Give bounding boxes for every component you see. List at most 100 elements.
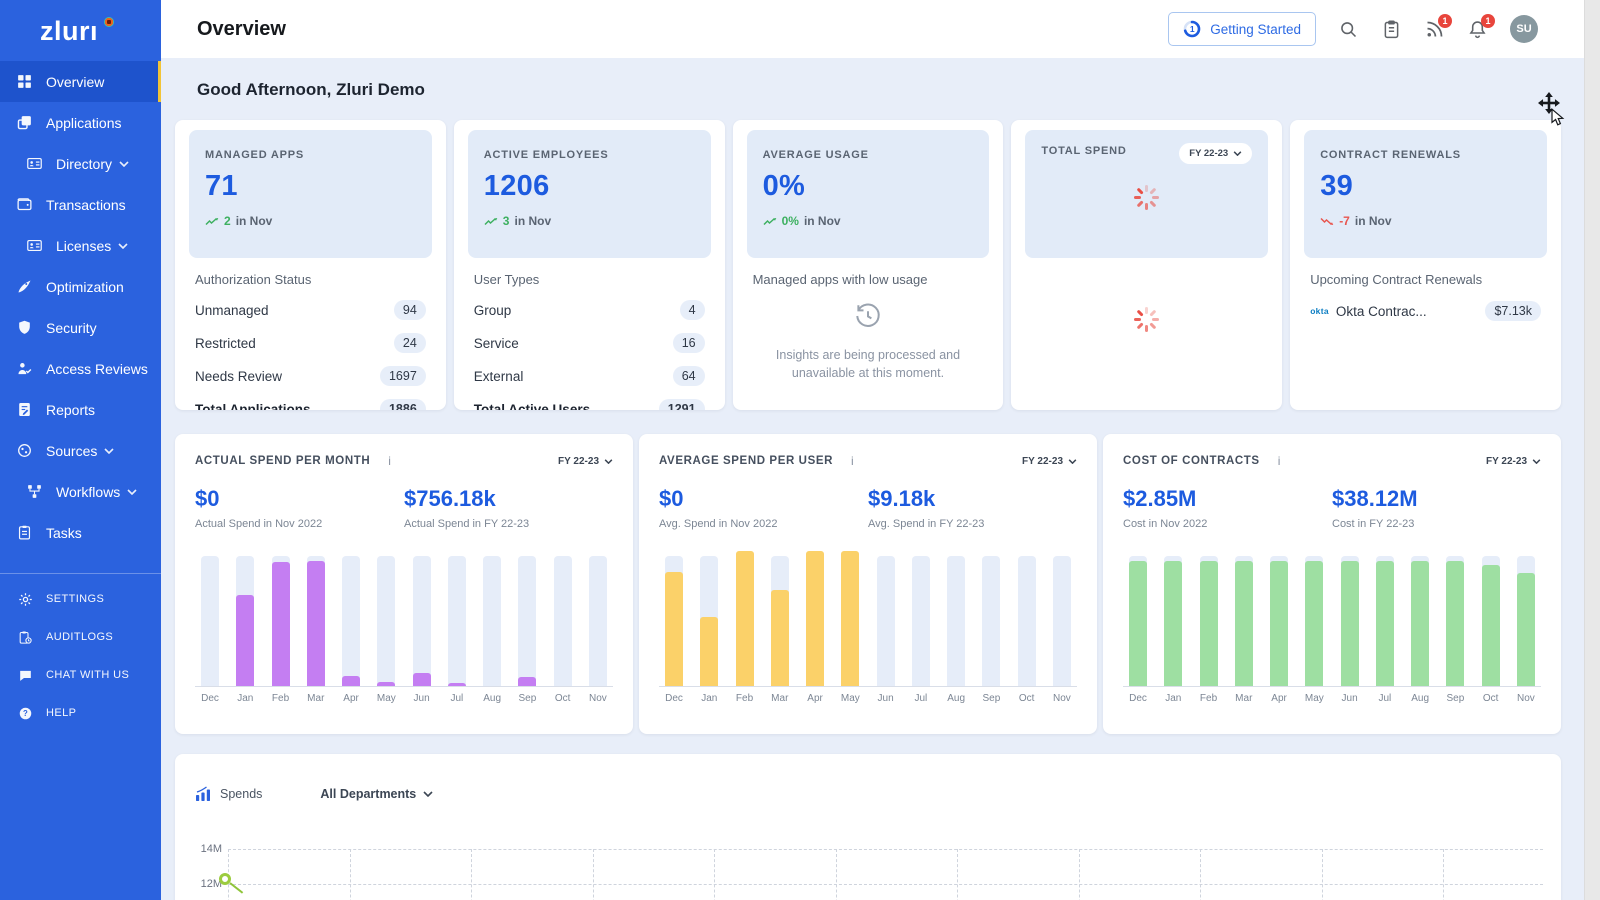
stat-title: TOTAL SPEND [1041,145,1126,157]
sidebar-item-label: Directory [56,156,112,172]
sidebar-item-settings[interactable]: SETTINGS [0,580,161,618]
sidebar-footer-label: HELP [46,707,76,719]
sidebar-footer: SETTINGSAUDITLOGSCHAT WITH US? HELP [0,580,161,732]
fy-dropdown[interactable]: FY 22-23 [1486,456,1541,467]
sidebar-item-overview[interactable]: Overview [0,61,161,102]
content: Good Afternoon, Zluri Demo MANAGED APPS7… [161,58,1600,900]
getting-started-button[interactable]: 1 Getting Started [1168,12,1316,46]
bar [1235,561,1253,686]
bar-track [589,556,607,686]
workflows-icon [26,483,43,500]
month-label: Apr [802,693,828,704]
sidebar-item-reports[interactable]: Reports [0,389,161,430]
help-icon: ? [18,706,33,721]
sidebar-item-security[interactable]: Security [0,307,161,348]
sidebar-item-auditlogs[interactable]: AUDITLOGS [0,618,161,656]
vertical-gridline [1079,849,1080,900]
bar-track [448,556,466,686]
bar-track [483,556,501,686]
chart-stats: $0Avg. Spend in Nov 2022$9.18kAvg. Spend… [659,486,1077,530]
sidebar-item-help[interactable]: ? HELP [0,694,161,732]
vertical-gridline [593,849,594,900]
loading-spinner-icon [1134,306,1160,332]
info-icon[interactable]: i [388,454,391,468]
scrollbar-track[interactable] [1584,0,1600,900]
bar [1305,561,1323,686]
stat-title: AVERAGE USAGE [763,149,869,161]
department-filter-dropdown[interactable]: All Departments [320,787,433,801]
stat-panel: MANAGED APPS712in Nov [189,130,432,258]
fy-dropdown[interactable]: FY 22-23 [1179,143,1252,164]
month-label: Jul [1372,693,1398,704]
bar-track [201,556,219,686]
sidebar-item-chat-with-us[interactable]: CHAT WITH US [0,656,161,694]
vertical-gridline [714,849,715,900]
month-label: Sep [978,693,1004,704]
avatar[interactable]: SU [1510,15,1538,43]
bar-slot-sep [978,542,1004,686]
bar-slot-oct [550,542,576,686]
bar-track [377,556,395,686]
stat-delta-suffix: in Nov [1355,214,1392,228]
sidebar-item-transactions[interactable]: Transactions [0,184,161,225]
clipboard-icon[interactable] [1381,19,1402,40]
sidebar-item-licenses[interactable]: Licenses [0,225,161,266]
bar-track [982,556,1000,686]
stat-delta-value: -7 [1339,214,1350,228]
month-label: Apr [338,693,364,704]
month-label: Dec [197,693,223,704]
sidebar-item-applications[interactable]: Applications [0,102,161,143]
month-label: Feb [732,693,758,704]
auditlogs-icon [18,630,33,645]
card-list: Upcoming Contract RenewalsoktaOkta Contr… [1290,272,1561,321]
sidebar-item-workflows[interactable]: Workflows [0,471,161,512]
sidebar-item-optimization[interactable]: Optimization [0,266,161,307]
progress-ring-icon: 1 [1183,20,1201,38]
y-tick-14m: 14M [192,843,222,855]
month-label: Mar [1231,693,1257,704]
bar-slot-dec [661,542,687,686]
sidebar-item-directory[interactable]: Directory [0,143,161,184]
sidebar-item-access-reviews[interactable]: Access Reviews [0,348,161,389]
stat-value: 39 [1320,170,1531,203]
bar-track [413,556,431,686]
chart-header: ACTUAL SPEND PER MONTHiFY 22-23 [195,454,613,468]
sidebar-item-sources[interactable]: Sources [0,430,161,471]
gridline-12m [228,884,1543,885]
sidebar-item-tasks[interactable]: Tasks [0,512,161,553]
month-label: Mar [767,693,793,704]
chart-stat-label: Avg. Spend in Nov 2022 [659,518,868,530]
card-list-title: User Types [474,272,705,287]
card-list-title: Managed apps with low usage [753,272,984,287]
bar [236,595,254,686]
transactions-icon [16,196,33,213]
month-label: Jun [409,693,435,704]
logo-text: zlur [40,16,90,46]
bar-track [342,556,360,686]
search-icon[interactable] [1338,19,1359,40]
renewal-row[interactable]: oktaOkta Contrac...$7.13k [1310,301,1541,321]
info-icon[interactable]: i [851,454,854,468]
bell-icon[interactable]: 1 [1467,19,1488,40]
sidebar-item-label: Licenses [56,238,111,254]
info-icon[interactable]: i [1278,454,1281,468]
list-row-label: Group [474,303,512,318]
bar-track [554,556,572,686]
month-label: Nov [585,693,611,704]
month-label: May [837,693,863,704]
feed-icon[interactable]: 1 [1424,19,1445,40]
y-tick-12m: 12M [192,878,222,890]
fy-dropdown[interactable]: FY 22-23 [1022,456,1077,467]
fy-dropdown[interactable]: FY 22-23 [558,456,613,467]
sidebar-item-label: Tasks [46,525,82,541]
chevron-down-icon [119,161,129,167]
chart-stat-label: Cost in Nov 2022 [1123,518,1332,530]
month-label: Dec [661,693,687,704]
month-label: Oct [550,693,576,704]
bar-slot-jan [1160,542,1186,686]
list-row-value-badge: 4 [680,300,705,320]
getting-started-label: Getting Started [1210,22,1301,37]
month-label: Sep [1442,693,1468,704]
chart-stat-value: $2.85M [1123,486,1332,512]
bar-slot-mar [303,542,329,686]
